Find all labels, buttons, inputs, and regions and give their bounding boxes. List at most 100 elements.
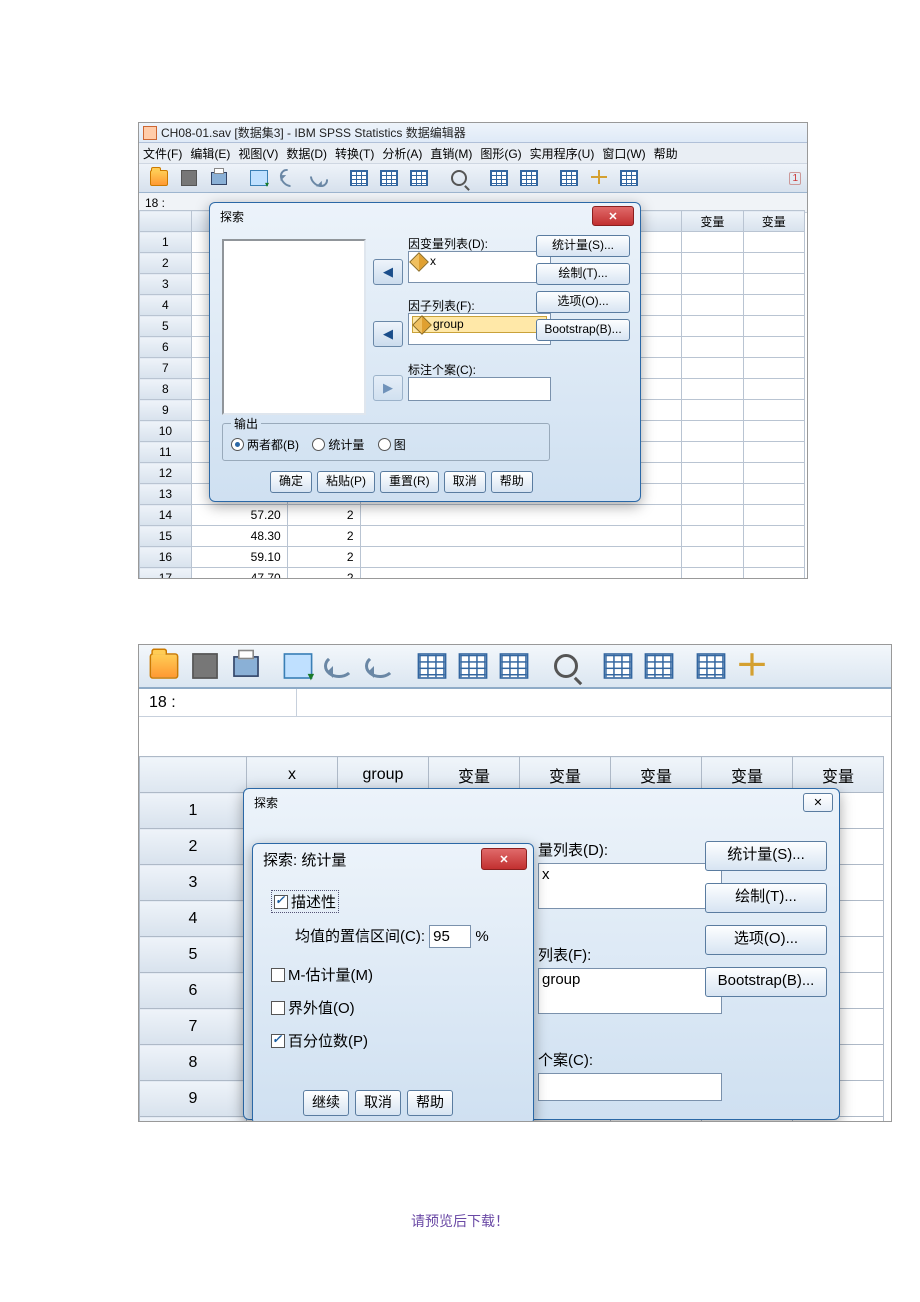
cell[interactable]: 2	[287, 568, 360, 579]
reset-button[interactable]: 重置(R)	[380, 471, 439, 493]
row-header[interactable]: 1	[140, 232, 192, 253]
menu-utility[interactable]: 实用程序(U)	[530, 145, 595, 162]
menu-data[interactable]: 数据(D)	[286, 145, 327, 162]
close-icon[interactable]: ✕	[481, 848, 527, 870]
redo-icon[interactable]	[361, 649, 399, 683]
open-icon[interactable]	[145, 649, 183, 683]
label-cases-list[interactable]	[538, 1073, 722, 1101]
vars-icon[interactable]	[405, 166, 433, 190]
m-estimators-checkbox[interactable]: M-估计量(M)	[271, 964, 505, 985]
find-icon[interactable]	[445, 166, 473, 190]
insert-case-icon[interactable]	[599, 649, 637, 683]
insert-case-icon[interactable]	[485, 166, 513, 190]
menu-view[interactable]: 视图(V)	[238, 145, 278, 162]
row-header[interactable]: 5	[140, 316, 192, 337]
cell[interactable]: 2	[287, 526, 360, 547]
factor-list[interactable]: group	[408, 313, 551, 345]
col-var1[interactable]: 变量	[682, 211, 743, 232]
statistics-button[interactable]: 统计量(S)...	[536, 235, 630, 257]
row-header[interactable]: 8	[140, 379, 192, 400]
help-button[interactable]: 帮助	[491, 471, 533, 493]
plots-button[interactable]: 绘制(T)...	[536, 263, 630, 285]
close-icon[interactable]: ✕	[803, 793, 833, 812]
recall-icon[interactable]	[245, 166, 273, 190]
menu-file[interactable]: 文件(F)	[143, 145, 182, 162]
close-icon[interactable]: ✕	[592, 206, 634, 226]
recall-icon[interactable]	[279, 649, 317, 683]
row-header[interactable]: 12	[140, 463, 192, 484]
redo-icon[interactable]	[305, 166, 333, 190]
descriptives-checkbox[interactable]: 描述性	[271, 890, 339, 913]
dialog-titlebar[interactable]: 探索: 统计量 ✕	[253, 844, 533, 874]
weight-icon[interactable]	[555, 166, 583, 190]
row-header[interactable]: 17	[140, 568, 192, 579]
split-file-icon[interactable]	[640, 649, 678, 683]
output-plots-radio[interactable]: 图	[378, 436, 406, 453]
row-header[interactable]: 1	[140, 793, 247, 829]
value-labels-icon[interactable]	[615, 166, 643, 190]
vars-icon[interactable]	[495, 649, 533, 683]
print-icon[interactable]	[227, 649, 265, 683]
options-button[interactable]: 选项(O)...	[536, 291, 630, 313]
find-icon[interactable]	[547, 649, 585, 683]
label-cases-list[interactable]	[408, 377, 551, 401]
row-header[interactable]: 9	[140, 400, 192, 421]
cell[interactable]: 57.20	[191, 505, 287, 526]
row-header[interactable]: 15	[140, 526, 192, 547]
cell[interactable]: 2	[287, 547, 360, 568]
row-header[interactable]: 11	[140, 442, 192, 463]
row-header[interactable]: 2	[140, 829, 247, 865]
goto-var-icon[interactable]	[454, 649, 492, 683]
row-header[interactable]: 7	[140, 1009, 247, 1045]
cell[interactable]: 2	[287, 505, 360, 526]
percentiles-checkbox[interactable]: 百分位数(P)	[271, 1030, 505, 1051]
row-header[interactable]: 2	[140, 253, 192, 274]
continue-button[interactable]: 继续	[303, 1090, 349, 1116]
row-header[interactable]: 10	[140, 1117, 247, 1123]
factor-list[interactable]: group	[538, 968, 722, 1014]
plots-button[interactable]: 绘制(T)...	[705, 883, 827, 913]
menu-edit[interactable]: 编辑(E)	[190, 145, 230, 162]
statistics-button[interactable]: 统计量(S)...	[705, 841, 827, 871]
save-icon[interactable]	[186, 649, 224, 683]
dialog-titlebar[interactable]: 探索 ✕	[244, 789, 839, 815]
paste-button[interactable]: 粘贴(P)	[317, 471, 375, 493]
row-header[interactable]: 4	[140, 901, 247, 937]
menu-marketing[interactable]: 直销(M)	[430, 145, 472, 162]
outliers-checkbox[interactable]: 界外值(O)	[271, 997, 505, 1018]
row-header[interactable]: 4	[140, 295, 192, 316]
bootstrap-button[interactable]: Bootstrap(B)...	[536, 319, 630, 341]
row-header[interactable]: 14	[140, 505, 192, 526]
undo-icon[interactable]	[275, 166, 303, 190]
row-header[interactable]: 7	[140, 358, 192, 379]
row-header[interactable]: 9	[140, 1081, 247, 1117]
cell[interactable]: 59.10	[191, 547, 287, 568]
open-icon[interactable]	[145, 166, 173, 190]
cancel-button[interactable]: 取消	[355, 1090, 401, 1116]
source-var-list[interactable]	[222, 239, 366, 415]
menu-window[interactable]: 窗口(W)	[602, 145, 645, 162]
row-header[interactable]: 3	[140, 274, 192, 295]
row-header[interactable]: 6	[140, 337, 192, 358]
move-factor-button[interactable]: ◀	[373, 321, 403, 347]
dependent-list[interactable]: x	[408, 251, 551, 283]
options-button[interactable]: 选项(O)...	[705, 925, 827, 955]
output-stats-radio[interactable]: 统计量	[312, 436, 364, 453]
help-button[interactable]: 帮助	[407, 1090, 453, 1116]
goto-case-icon[interactable]	[345, 166, 373, 190]
scale-icon[interactable]	[733, 649, 771, 683]
goto-var-icon[interactable]	[375, 166, 403, 190]
save-icon[interactable]	[175, 166, 203, 190]
weight-icon[interactable]	[692, 649, 730, 683]
menu-transform[interactable]: 转换(T)	[335, 145, 374, 162]
menu-help[interactable]: 帮助	[654, 145, 678, 162]
cell[interactable]: 47.70	[191, 568, 287, 579]
cancel-button[interactable]: 取消	[444, 471, 486, 493]
bootstrap-button[interactable]: Bootstrap(B)...	[705, 967, 827, 997]
col-var2[interactable]: 变量	[743, 211, 804, 232]
undo-icon[interactable]	[320, 649, 358, 683]
move-labelcase-button[interactable]: ▶	[373, 375, 403, 401]
goto-case-icon[interactable]	[413, 649, 451, 683]
cell[interactable]: 48.30	[191, 526, 287, 547]
row-header[interactable]: 3	[140, 865, 247, 901]
